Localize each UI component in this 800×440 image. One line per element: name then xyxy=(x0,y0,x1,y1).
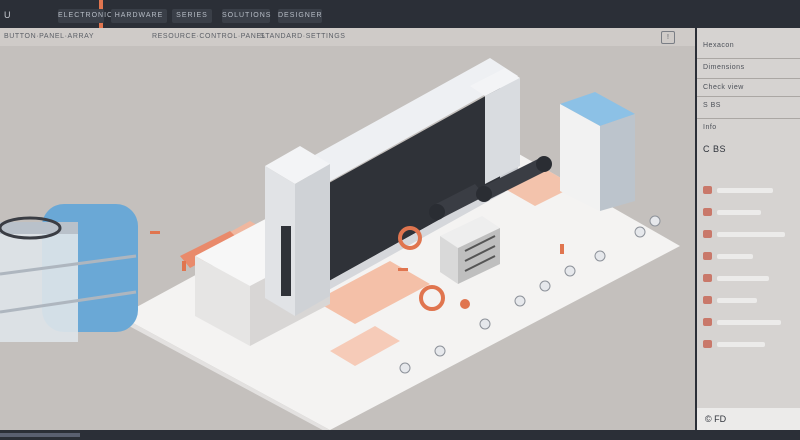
panel-footer: © FD xyxy=(697,408,800,430)
isometric-scene xyxy=(0,58,680,430)
property-icon xyxy=(703,274,712,282)
ring-part-3 xyxy=(460,299,470,309)
property-icon xyxy=(703,208,712,216)
blue-unit-side xyxy=(600,114,635,211)
property-icon xyxy=(703,252,712,260)
section-cbs[interactable]: C BS xyxy=(703,144,726,154)
tab-designer[interactable]: DESIGNER xyxy=(278,9,322,23)
tower-slot xyxy=(281,226,291,296)
top-bar: U ELECTRONICS HARDWARE SERIES SOLUTIONS … xyxy=(0,0,800,30)
section-info[interactable]: Info xyxy=(703,124,717,131)
property-icon xyxy=(703,186,712,194)
prop-row[interactable] xyxy=(703,272,797,284)
row-fill xyxy=(717,254,753,259)
info-icon[interactable]: ! xyxy=(661,31,675,44)
section-check-view[interactable]: Check view xyxy=(703,84,744,91)
prop-row[interactable] xyxy=(703,316,797,328)
property-icon xyxy=(703,340,712,348)
property-icon xyxy=(703,296,712,304)
status-indicator xyxy=(0,433,80,437)
post-side xyxy=(485,78,520,184)
viewport-canvas[interactable] xyxy=(0,46,695,430)
divider xyxy=(697,118,800,119)
row-fill xyxy=(717,342,765,347)
row-fill xyxy=(717,298,757,303)
property-icon xyxy=(703,318,712,326)
section-dimensions[interactable]: Dimensions xyxy=(703,64,745,71)
tab-solutions[interactable]: SOLUTIONS xyxy=(222,9,270,23)
toolbar: BUTTON·PANEL·ARRAY RESOURCE·CONTROL·PANE… xyxy=(0,28,695,46)
tab-series[interactable]: SERIES xyxy=(172,9,212,23)
app-logo[interactable]: U xyxy=(4,8,20,22)
prop-row[interactable] xyxy=(703,250,797,262)
row-fill xyxy=(717,210,761,215)
prop-row[interactable] xyxy=(703,228,797,240)
prop-row[interactable] xyxy=(703,206,797,218)
divider xyxy=(697,78,800,79)
row-fill xyxy=(717,188,773,193)
row-fill xyxy=(717,276,769,281)
divider xyxy=(697,58,800,59)
row-fill xyxy=(717,320,781,325)
tab-hardware[interactable]: HARDWARE xyxy=(111,9,167,23)
footer-label[interactable]: © FD xyxy=(705,414,726,424)
property-icon xyxy=(703,230,712,238)
breadcrumb-right[interactable]: STANDARD·SETTINGS xyxy=(260,33,346,40)
breadcrumb-mid[interactable]: RESOURCE·CONTROL·PANEL xyxy=(152,33,266,40)
prop-row[interactable] xyxy=(703,338,797,350)
blue-tank xyxy=(0,204,138,342)
prop-row[interactable] xyxy=(703,184,797,196)
status-bar xyxy=(0,430,800,440)
panel-title: Hexacon xyxy=(703,42,735,49)
prop-row[interactable] xyxy=(703,294,797,306)
breadcrumb-left[interactable]: BUTTON·PANEL·ARRAY xyxy=(4,33,94,40)
row-fill xyxy=(717,232,785,237)
tab-electronics[interactable]: ELECTRONICS xyxy=(58,9,118,23)
tower-side xyxy=(295,164,330,316)
properties-panel: Hexacon Dimensions Check view S BS Info … xyxy=(695,28,800,430)
divider xyxy=(697,96,800,97)
section-sbs[interactable]: S BS xyxy=(703,102,721,109)
